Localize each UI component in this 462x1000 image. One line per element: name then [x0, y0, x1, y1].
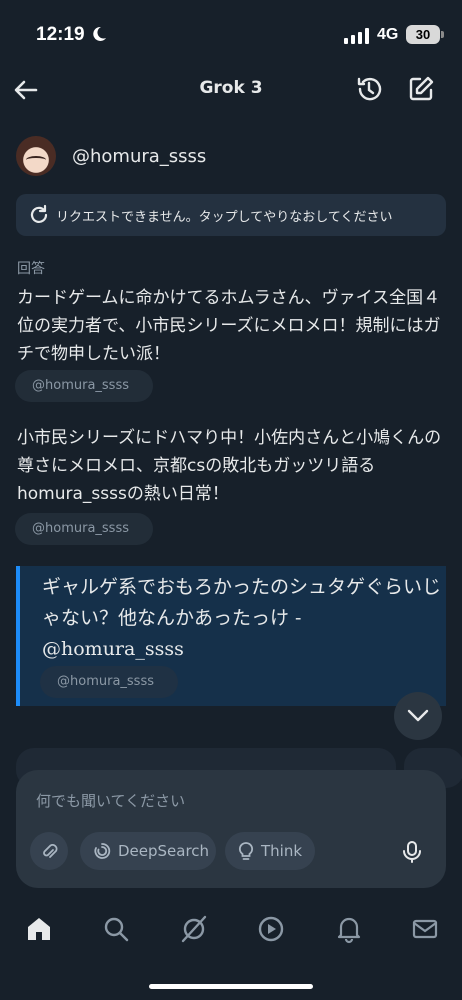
- home-indicator: [149, 984, 313, 989]
- quote-bar: [16, 566, 20, 706]
- network-label: 4G: [377, 26, 399, 43]
- paperclip-icon: [43, 844, 58, 858]
- error-message: リクエストできません。タップしてやりなおしてください: [56, 210, 393, 225]
- retry-banner[interactable]: リクエストできません。タップしてやりなおしてください: [16, 194, 446, 236]
- page-title: Grok 3: [199, 78, 263, 98]
- answer-paragraph: 小市民シリーズにドハマり中！小佐内さんと小鳩くんの尊さにメロメロ、京都csの敗北…: [17, 428, 442, 504]
- avatar[interactable]: [16, 136, 56, 176]
- think-button[interactable]: Think: [225, 832, 315, 870]
- compose-icon[interactable]: [406, 74, 436, 104]
- composer: 何でも聞いてください DeepSearch Think: [16, 770, 446, 888]
- history-icon[interactable]: [354, 74, 384, 104]
- battery-cap: [441, 31, 444, 38]
- prompt-input[interactable]: 何でも聞いてください: [36, 790, 185, 811]
- attach-button[interactable]: [30, 832, 68, 870]
- username[interactable]: @homura_ssss: [72, 146, 206, 167]
- battery-icon: 30: [406, 25, 440, 44]
- deepsearch-icon: [94, 843, 111, 859]
- answer-paragraph: カードゲームに命かけてるホムラさん、ヴァイス全国４位の実力者で、小市民シリーズに…: [17, 288, 441, 364]
- chevron-down-icon: [407, 709, 429, 722]
- search-icon[interactable]: [101, 914, 131, 944]
- header: Grok 3: [0, 64, 462, 116]
- tab-bar: [0, 906, 462, 956]
- grok-icon[interactable]: [179, 914, 209, 944]
- quote-block: ギャルゲ系でおもろかったのシュタゲぐらいじゃない？他なんかあったっけ -@hom…: [16, 566, 446, 706]
- answer-label: 回答: [17, 261, 45, 277]
- source-chip[interactable]: @homura_ssss: [15, 370, 153, 402]
- scroll-down-button[interactable]: [394, 692, 442, 740]
- deepsearch-button[interactable]: DeepSearch: [80, 832, 216, 870]
- play-icon[interactable]: [256, 914, 286, 944]
- think-label: Think: [261, 842, 303, 860]
- mail-icon[interactable]: [410, 914, 440, 944]
- microphone-icon[interactable]: [400, 840, 424, 864]
- home-icon[interactable]: [24, 914, 54, 944]
- deepsearch-label: DeepSearch: [118, 842, 210, 860]
- refresh-icon: [30, 204, 48, 223]
- source-chip[interactable]: @homura_ssss: [40, 666, 178, 698]
- status-time: 12:19: [36, 24, 85, 45]
- bell-icon[interactable]: [334, 914, 364, 944]
- lightbulb-icon: [238, 842, 254, 860]
- quote-text: ギャルゲ系でおもろかったのシュタゲぐらいじゃない？他なんかあったっけ -@hom…: [42, 576, 442, 660]
- status-bar: 12:19 4G 30: [0, 0, 462, 64]
- source-chip[interactable]: @homura_ssss: [15, 513, 153, 545]
- moon-icon: [93, 26, 106, 41]
- signal-icon: [344, 28, 369, 44]
